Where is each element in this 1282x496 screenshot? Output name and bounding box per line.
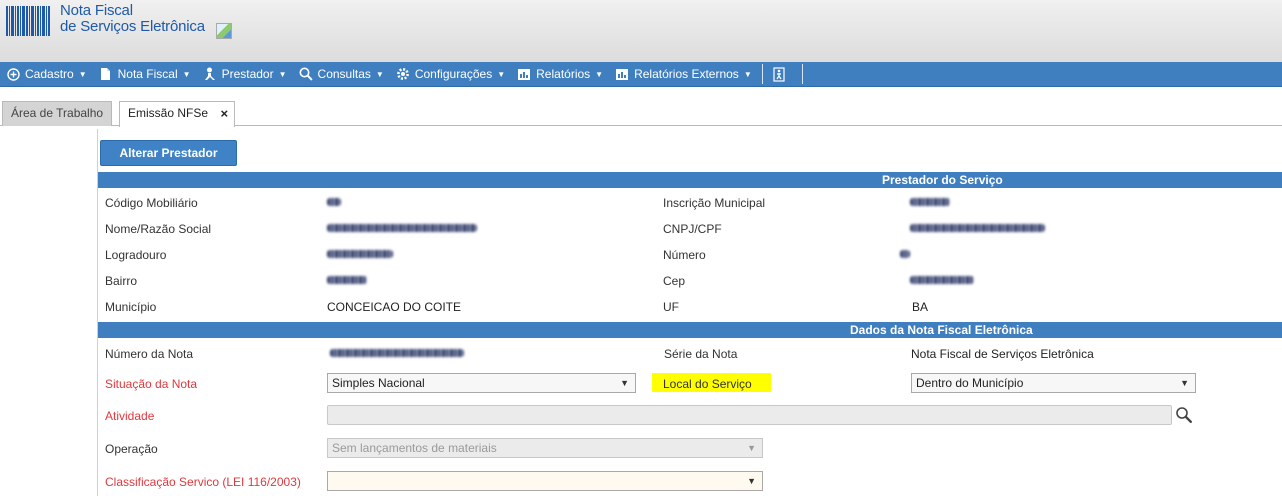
close-icon[interactable]: × (220, 102, 228, 125)
municipio-label: Município (105, 300, 157, 314)
broken-image-icon (216, 23, 232, 39)
person-icon (203, 67, 217, 81)
app-header: Nota Fiscal de Serviços Eletrônica (0, 0, 1282, 62)
menu-label: Cadastro (25, 67, 74, 81)
numero-nota-value-redacted (330, 349, 464, 357)
menu-relatorios[interactable]: Relatórios ▼ (511, 62, 609, 87)
caret-down-icon: ▼ (78, 69, 87, 79)
classificacao-servico-select[interactable]: ▼ (327, 471, 763, 491)
atividade-label: Atividade (105, 409, 155, 423)
logradouro-label: Logradouro (105, 248, 167, 262)
search-icon[interactable] (1175, 406, 1193, 424)
select-value: Sem lançamentos de materiais (332, 441, 497, 455)
operacao-select[interactable]: Sem lançamentos de materiais ▼ (327, 438, 763, 458)
app-logo: Nota Fiscal de Serviços Eletrônica (60, 3, 205, 35)
section-header-prestador: Prestador do Serviço (98, 172, 1282, 188)
menu-prestador[interactable]: Prestador ▼ (197, 62, 293, 87)
menu-label: Relatórios (536, 67, 591, 81)
menu-separator (801, 64, 803, 84)
codigo-mobiliario-value-redacted (327, 198, 341, 206)
report-icon (615, 67, 629, 81)
exit-icon (773, 66, 787, 82)
situacao-nota-label: Situação da Nota (105, 377, 198, 391)
uf-label: UF (663, 300, 679, 314)
numero-nota-label: Número da Nota (105, 347, 194, 361)
section-title: Prestador do Serviço (882, 173, 1003, 187)
chevron-down-icon: ▼ (747, 443, 756, 453)
logo-line-1: Nota Fiscal (60, 2, 133, 19)
logradouro-value-redacted (327, 250, 393, 258)
caret-down-icon: ▼ (182, 69, 191, 79)
chevron-down-icon: ▼ (747, 476, 756, 486)
select-value: Dentro do Município (916, 376, 1024, 390)
section-header-nota: Dados da Nota Fiscal Eletrônica (98, 322, 1282, 338)
caret-down-icon: ▼ (497, 69, 506, 79)
document-icon (99, 67, 113, 81)
menu-separator (761, 64, 763, 84)
menu-cadastro[interactable]: Cadastro ▼ (0, 62, 93, 87)
cnpj-cpf-value-redacted (910, 224, 1045, 232)
nome-razao-social-value-redacted (327, 224, 477, 232)
caret-down-icon: ▼ (375, 69, 384, 79)
menu-label: Prestador (221, 67, 274, 81)
operacao-label: Operação (105, 442, 158, 456)
menu-relatorios-externos[interactable]: Relatórios Externos ▼ (609, 62, 758, 87)
numero-label: Número (663, 248, 706, 262)
gear-icon (396, 67, 410, 81)
chevron-down-icon: ▼ (1180, 378, 1189, 388)
local-servico-select[interactable]: Dentro do Município ▼ (911, 373, 1196, 393)
serie-nota-value: Nota Fiscal de Serviços Eletrônica (911, 347, 1094, 361)
serie-nota-label: Série da Nota (664, 347, 738, 361)
cep-label: Cep (663, 274, 686, 288)
cep-value-redacted (910, 276, 974, 284)
alterar-prestador-button[interactable]: Alterar Prestador (100, 140, 237, 166)
menu-label: Configurações (414, 67, 493, 81)
numero-value-redacted (900, 250, 910, 258)
municipio-value: CONCEICAO DO COITE (327, 300, 462, 314)
local-servico-label: Local do Serviço (663, 377, 752, 391)
emissao-nfse-panel: Alterar Prestador Prestador do Serviço C… (97, 129, 1282, 496)
menu-configuracoes[interactable]: Configurações ▼ (390, 62, 511, 87)
nome-razao-social-label: Nome/Razão Social (105, 222, 212, 236)
tab-strip: Área de Trabalho Emissão NFSe × (0, 101, 1282, 127)
chevron-down-icon: ▼ (620, 378, 629, 388)
caret-down-icon: ▼ (595, 69, 604, 79)
inscricao-municipal-label: Inscrição Municipal (663, 196, 766, 210)
inscricao-municipal-value-redacted (910, 198, 950, 206)
caret-down-icon: ▼ (743, 69, 752, 79)
menu-label: Relatórios Externos (634, 67, 739, 81)
report-icon (517, 67, 531, 81)
menu-consultas[interactable]: Consultas ▼ (293, 62, 390, 87)
plus-circle-icon (6, 67, 20, 81)
uf-value: BA (912, 300, 929, 314)
menu-label: Nota Fiscal (117, 67, 178, 81)
menu-label: Consultas (317, 67, 371, 81)
menu-exit[interactable] (767, 62, 798, 87)
caret-down-icon: ▼ (278, 69, 287, 79)
tab-area-de-trabalho[interactable]: Área de Trabalho (2, 101, 113, 126)
atividade-input[interactable] (327, 405, 1172, 425)
bairro-label: Bairro (105, 274, 138, 288)
cnpj-cpf-label: CNPJ/CPF (663, 222, 722, 236)
codigo-mobiliario-label: Código Mobiliário (105, 196, 198, 210)
tab-emissao-nfse[interactable]: Emissão NFSe × (119, 101, 236, 127)
tab-label: Área de Trabalho (11, 106, 104, 120)
logo-line-2: de Serviços Eletrônica (60, 18, 205, 35)
bairro-value-redacted (327, 276, 367, 284)
situacao-nota-select[interactable]: Simples Nacional ▼ (327, 373, 636, 393)
menu-nota-fiscal[interactable]: Nota Fiscal ▼ (93, 62, 197, 87)
classificacao-servico-label: Classificação Servico (LEI 116/2003) (105, 475, 301, 489)
select-value: Simples Nacional (332, 376, 425, 390)
section-title: Dados da Nota Fiscal Eletrônica (850, 323, 1033, 337)
tab-label: Emissão NFSe (128, 106, 209, 120)
main-menu-bar: Cadastro ▼ Nota Fiscal ▼ Prestador ▼ Con… (0, 62, 1282, 87)
search-icon (299, 67, 313, 81)
logo-barcode-icon (6, 6, 50, 36)
